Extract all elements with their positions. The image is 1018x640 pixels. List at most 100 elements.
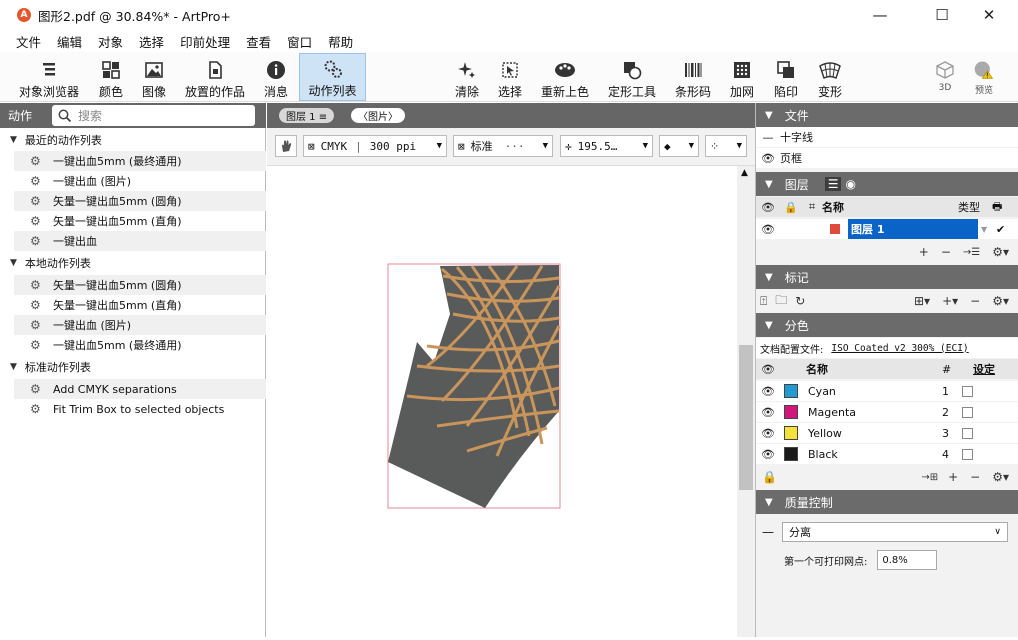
- gear-icon[interactable]: ⚙▾: [992, 245, 1009, 259]
- menu-edit[interactable]: 编辑: [49, 32, 90, 51]
- collapse-triangle-icon[interactable]: ▼: [765, 320, 773, 331]
- ink-setting-checkbox[interactable]: [962, 448, 973, 460]
- placed-art-button[interactable]: 放置的作品: [182, 55, 248, 101]
- menu-view[interactable]: 查看: [238, 32, 279, 51]
- refresh-icon[interactable]: ↻: [795, 294, 805, 308]
- remove-icon[interactable]: −: [941, 245, 951, 259]
- circle-view-icon[interactable]: ◉: [845, 177, 855, 191]
- display-dropdown[interactable]: ⁘ ▼: [705, 135, 747, 157]
- collapse-triangle-icon[interactable]: ▼: [765, 497, 773, 508]
- quality-dropdown[interactable]: ⊠ 标准 ··· ▼: [453, 135, 553, 157]
- layer-name[interactable]: 图层 1: [848, 219, 978, 239]
- action-list-button[interactable]: 动作列表: [299, 53, 366, 101]
- minimize-button[interactable]: —: [857, 0, 903, 30]
- list-view-icon[interactable]: ☰: [824, 177, 842, 191]
- layer-row[interactable]: 👁 图层 1 ▼ ✔: [756, 219, 1018, 239]
- action-item[interactable]: ⚙ Add CMYK separations: [14, 379, 266, 399]
- ink-row-cyan[interactable]: 👁 Cyan 1: [756, 381, 1018, 401]
- collapse-triangle-icon[interactable]: ▼: [765, 272, 773, 283]
- messages-button[interactable]: 消息: [260, 55, 292, 101]
- profile-link[interactable]: ISO Coated v2 300% (ECI): [831, 343, 968, 354]
- color-mode-dropdown[interactable]: ⊠ CMYK | 300 ppi ▼: [303, 135, 447, 157]
- add-icon[interactable]: +: [919, 245, 929, 259]
- menu-window[interactable]: 窗口: [279, 32, 320, 51]
- collapse-triangle-icon[interactable]: ▼: [10, 135, 17, 145]
- eye-icon[interactable]: 👁: [756, 406, 780, 419]
- quality-mode-dropdown[interactable]: 分离 ∨: [782, 522, 1008, 542]
- collapse-triangle-icon[interactable]: ▼: [765, 110, 773, 121]
- close-button[interactable]: ✕: [966, 0, 1012, 30]
- add-icon[interactable]: +▾: [942, 294, 958, 308]
- layers-section-header[interactable]: ▼ 图层 ☰ ◉: [756, 172, 1018, 196]
- shape-tool-button[interactable]: 定形工具: [605, 55, 659, 101]
- page-frame-row[interactable]: 👁 页框: [756, 148, 1018, 168]
- menu-help[interactable]: 帮助: [320, 32, 361, 51]
- eye-icon[interactable]: 👁: [756, 223, 780, 236]
- recolor-button[interactable]: 重新上色: [537, 55, 593, 101]
- scroll-up-icon[interactable]: ▲: [741, 168, 748, 178]
- ink-setting-checkbox[interactable]: [962, 385, 973, 397]
- ink-setting-checkbox[interactable]: [962, 406, 973, 418]
- separations-section-header[interactable]: ▼ 分色: [756, 313, 1018, 337]
- layer-breadcrumb-pill[interactable]: 图层 1 ≡: [279, 108, 335, 123]
- barcode-button[interactable]: 条形码: [672, 55, 714, 101]
- action-item[interactable]: ⚙ 矢量一键出血5mm (圆角): [14, 191, 266, 211]
- action-item[interactable]: ⚙ Fit Trim Box to selected objects: [14, 399, 266, 419]
- import-icon[interactable]: ⍐: [760, 294, 767, 309]
- trapping-button[interactable]: 陷印: [770, 55, 802, 101]
- gear-icon[interactable]: ⚙▾: [992, 470, 1009, 484]
- menu-file[interactable]: 文件: [0, 32, 49, 51]
- action-item[interactable]: ⚙ 一键出血5mm (最终通用): [14, 151, 266, 171]
- file-section-header[interactable]: ▼ 文件: [756, 103, 1018, 127]
- checkmark-icon[interactable]: ✔: [996, 223, 1005, 236]
- image-breadcrumb-pill[interactable]: 〈图片〉: [351, 108, 405, 123]
- distort-button[interactable]: 变形: [814, 55, 846, 101]
- gear-icon[interactable]: ⚙▾: [992, 294, 1009, 308]
- ink-row-magenta[interactable]: 👁 Magenta 2: [756, 402, 1018, 422]
- maximize-button[interactable]: ☐: [919, 0, 965, 30]
- marks-section-header[interactable]: ▼ 标记: [756, 265, 1018, 289]
- move-ink-icon[interactable]: →⊞: [921, 472, 938, 483]
- collapse-triangle-icon[interactable]: ▼: [10, 258, 17, 268]
- ink-setting-checkbox[interactable]: [962, 427, 973, 439]
- colors-button[interactable]: 颜色: [94, 55, 128, 101]
- action-item[interactable]: ⚙ 一键出血 (图片): [14, 315, 266, 335]
- group-standard-actions[interactable]: ▼ 标准动作列表: [0, 357, 266, 377]
- min-dot-input[interactable]: 0.8%: [877, 550, 938, 570]
- scrollbar-thumb[interactable]: [739, 345, 753, 490]
- action-item[interactable]: ⚙ 矢量一键出血5mm (直角): [14, 295, 266, 315]
- screening-button[interactable]: 加网: [726, 55, 758, 101]
- add-icon[interactable]: +: [948, 470, 958, 484]
- lock-icon[interactable]: 🔒: [762, 470, 777, 484]
- group-local-actions[interactable]: ▼ 本地动作列表: [0, 253, 266, 273]
- folder-icon[interactable]: 🗀: [775, 291, 787, 312]
- chevron-down-icon[interactable]: ▼: [981, 225, 987, 234]
- action-item[interactable]: ⚙ 一键出血 (图片): [14, 171, 266, 191]
- select-button[interactable]: 选择: [494, 55, 526, 101]
- move-layer-icon[interactable]: →☰: [963, 247, 980, 258]
- menu-object[interactable]: 对象: [90, 32, 131, 51]
- tag-dropdown[interactable]: ◆ ▼: [659, 135, 699, 157]
- eye-icon[interactable]: 👁: [756, 448, 780, 461]
- ink-row-yellow[interactable]: 👁 Yellow 3: [756, 423, 1018, 443]
- collapse-triangle-icon[interactable]: ▼: [765, 179, 773, 190]
- document-canvas[interactable]: [267, 166, 737, 637]
- remove-icon[interactable]: −: [970, 470, 980, 484]
- action-item[interactable]: ⚙ 矢量一键出血5mm (圆角): [14, 275, 266, 295]
- action-search-input[interactable]: 搜索: [52, 105, 255, 126]
- eye-icon[interactable]: 👁: [756, 427, 780, 440]
- hand-tool-button[interactable]: [275, 135, 297, 157]
- collapse-triangle-icon[interactable]: ▼: [10, 362, 17, 372]
- group-recent-actions[interactable]: ▼ 最近的动作列表: [0, 130, 266, 150]
- zoom-dropdown[interactable]: ✛ 195.5… ▼: [560, 135, 653, 157]
- images-button[interactable]: 图像: [138, 55, 170, 101]
- menu-select[interactable]: 选择: [131, 32, 172, 51]
- quality-control-section-header[interactable]: ▼ 质量控制: [756, 490, 1018, 514]
- clear-button[interactable]: 清除: [451, 55, 483, 101]
- 3d-view-button[interactable]: 3D: [929, 55, 961, 101]
- crosshair-row[interactable]: — 十字线: [756, 127, 1018, 147]
- preview-button[interactable]: 预览: [966, 55, 1002, 101]
- eye-icon[interactable]: 👁: [756, 152, 780, 165]
- add-mark-icon[interactable]: ⊞▾: [914, 294, 930, 308]
- eye-icon[interactable]: 👁: [756, 385, 780, 398]
